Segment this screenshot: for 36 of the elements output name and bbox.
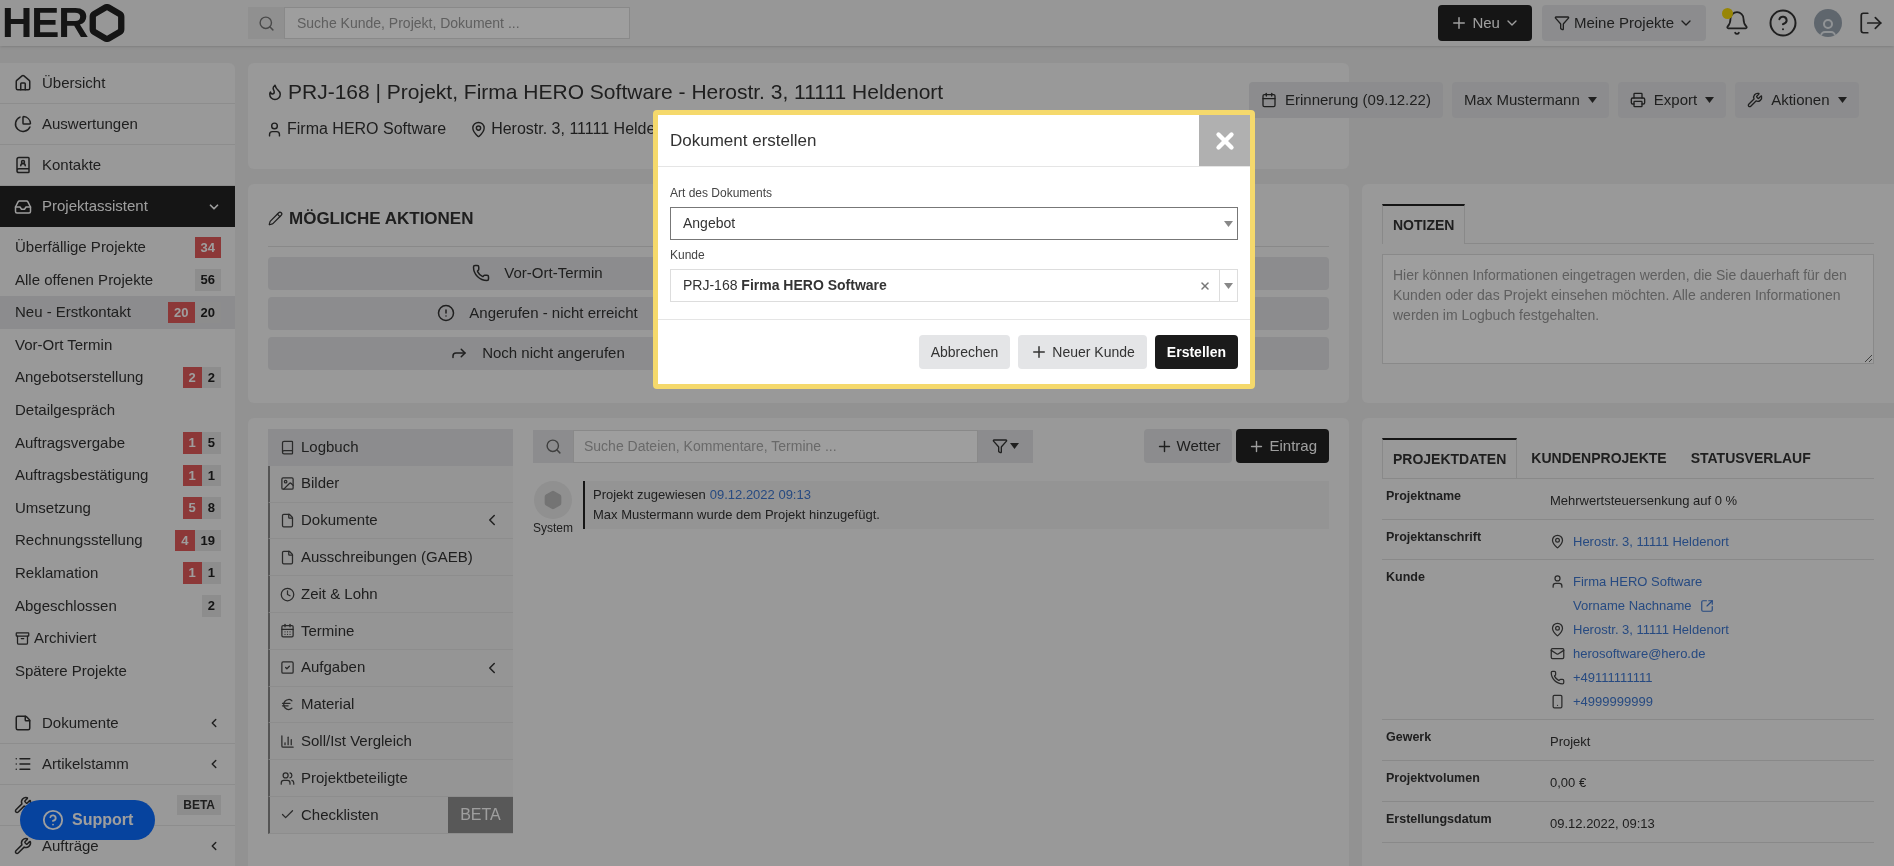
field-value: Mehrwertsteuersenkung auf 0 % [1550, 492, 1738, 510]
beta-badge: BETA [177, 795, 221, 816]
beta-badge: BETA [448, 796, 513, 833]
project-count: 19 [194, 529, 221, 552]
field-label: Projektanschrift [1385, 529, 1483, 546]
overdue-count: 20 [168, 301, 195, 324]
logo: HER [0, 2, 248, 44]
field-label: Kunde [670, 247, 706, 264]
overdue-count: 5 [182, 497, 202, 519]
field-label: Erstellungsdatum [1385, 811, 1493, 828]
project-count: 2 [201, 366, 221, 389]
field-label: Projektvolumen [1385, 770, 1481, 787]
field-value: Projekt [1550, 733, 1591, 751]
overdue-count: 34 [194, 236, 221, 259]
overdue-count: 2 [182, 366, 202, 389]
project-count: 2 [201, 595, 221, 617]
field-value: 09.12.2022, 09:13 [1550, 815, 1655, 833]
entry-title: Projekt zugewiesen [593, 486, 706, 504]
overdue-count: 1 [182, 432, 202, 454]
field-value: 0,00 € [1550, 774, 1587, 792]
overdue-count: 1 [182, 464, 202, 487]
field-label: Gewerk [1385, 729, 1433, 746]
overdue-count: 4 [175, 529, 195, 552]
entry-author: System [533, 520, 573, 537]
project-title: PRJ-168 | Projekt, Firma HERO Software - Herostr. 3, 11111 Heldenort [288, 79, 944, 105]
customer-name: Firma HERO Software [287, 119, 447, 139]
entry-text: Max Mustermann wurde dem Projekt hinzugefügt. [593, 505, 881, 524]
field-label: Kunde [1385, 569, 1426, 586]
project-count: 1 [201, 464, 221, 487]
project-count: 56 [194, 269, 221, 291]
dialog-title: Dokument erstellen [669, 129, 818, 152]
section-title: MÖGLICHE AKTIONEN [289, 208, 474, 230]
project-address: Herostr. 3, 11111 Helde [491, 119, 656, 139]
field-label: Projektname [1385, 488, 1463, 505]
field-label: Art des Dokuments [670, 185, 774, 202]
overdue-count: 1 [182, 562, 202, 584]
